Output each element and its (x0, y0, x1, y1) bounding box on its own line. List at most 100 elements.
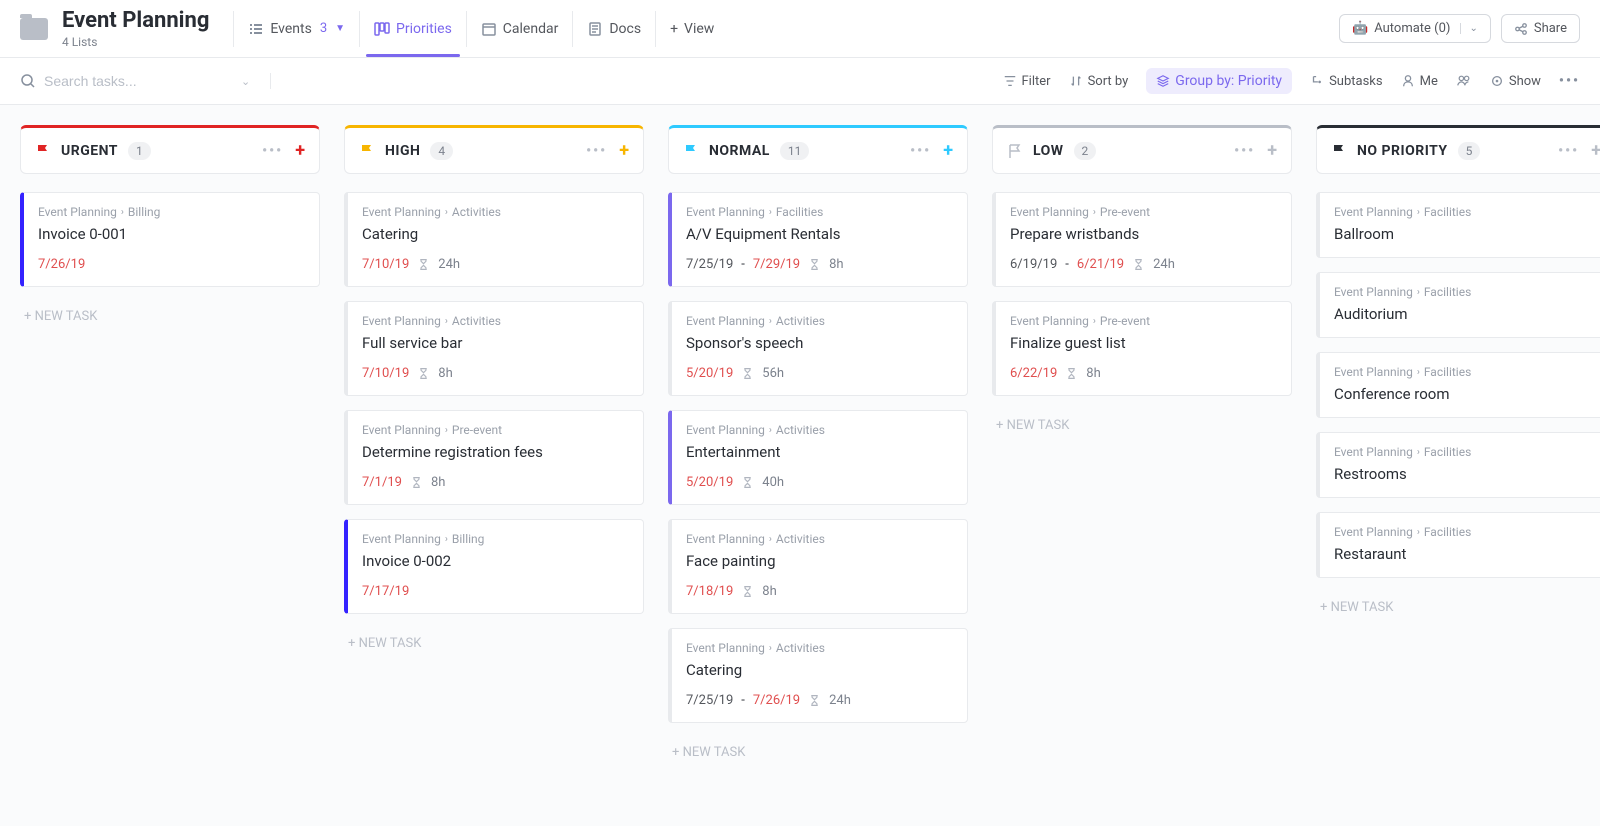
card-date: 7/1/19 (362, 475, 402, 490)
header-bar: Event Planning 4 Lists Events 3 ▼ Priori… (0, 0, 1600, 58)
breadcrumb: Event Planning›Facilities (1334, 445, 1600, 459)
tab-docs[interactable]: Docs (573, 11, 656, 47)
assignees-button[interactable] (1456, 74, 1472, 88)
task-card[interactable]: Event Planning›Activities Catering 7/25/… (668, 628, 968, 723)
subtask-icon (1310, 74, 1324, 88)
hourglass-icon (741, 476, 754, 489)
task-card[interactable]: Event Planning›Facilities Restrooms (1316, 432, 1600, 498)
tab-calendar[interactable]: Calendar (467, 11, 574, 47)
share-label: Share (1534, 21, 1567, 36)
column-more-button[interactable]: ••• (1234, 143, 1255, 159)
breadcrumb: Event Planning›Activities (686, 532, 953, 546)
hourglass-icon (741, 367, 754, 380)
new-task-button[interactable]: + NEW TASK (668, 737, 968, 768)
card-title: Restrooms (1334, 465, 1600, 483)
card-date: 7/25/19 (686, 693, 733, 708)
column-more-button[interactable]: ••• (1558, 143, 1579, 159)
card-date: 6/19/19 (1010, 257, 1057, 272)
share-button[interactable]: Share (1501, 14, 1580, 43)
card-hours: 24h (1153, 257, 1175, 272)
toolbar: ⌄ Filter Sort by Group by: Priority Subt… (0, 58, 1600, 105)
sort-button[interactable]: Sort by (1069, 74, 1129, 89)
breadcrumb: Event Planning›Facilities (1334, 365, 1600, 379)
new-task-button[interactable]: + NEW TASK (1316, 592, 1600, 623)
task-card[interactable]: Event Planning›Activities Face painting … (668, 519, 968, 614)
task-card[interactable]: Event Planning›Pre-event Determine regis… (344, 410, 644, 505)
filter-button[interactable]: Filter (1003, 74, 1051, 89)
card-title: Full service bar (362, 334, 629, 352)
task-card[interactable]: Event Planning›Activities Catering 7/10/… (344, 192, 644, 287)
page-subtitle: 4 Lists (62, 35, 209, 49)
new-task-button[interactable]: + NEW TASK (344, 628, 644, 659)
new-task-button[interactable]: + NEW TASK (992, 410, 1292, 441)
group-by-button[interactable]: Group by: Priority (1146, 68, 1292, 94)
task-card[interactable]: Event Planning›Activities Full service b… (344, 301, 644, 396)
card-hours: 8h (829, 257, 843, 272)
user-icon (1401, 74, 1415, 88)
plus-icon: + (670, 21, 678, 37)
task-card[interactable]: Event Planning›Activities Sponsor's spee… (668, 301, 968, 396)
card-date: 7/26/19 (38, 257, 85, 272)
calendar-icon (481, 21, 497, 37)
card-meta: 7/10/1924h (362, 257, 629, 272)
new-task-button[interactable]: + NEW TASK (20, 301, 320, 332)
card-meta: 6/22/198h (1010, 366, 1277, 381)
task-card[interactable]: Event Planning›Facilities Ballroom (1316, 192, 1600, 258)
column-more-button[interactable]: ••• (910, 143, 931, 159)
tab-priorities[interactable]: Priorities (360, 11, 467, 47)
automate-button[interactable]: 🤖 Automate (0) ⌄ (1339, 14, 1491, 43)
automate-label: Automate (0) (1374, 21, 1450, 36)
tab-events[interactable]: Events 3 ▼ (233, 11, 360, 47)
search-icon (20, 73, 36, 89)
show-button[interactable]: Show (1490, 74, 1541, 89)
task-card[interactable]: Event Planning›Billing Invoice 0-002 7/1… (344, 519, 644, 614)
flag-icon (1007, 143, 1023, 159)
breadcrumb: Event Planning›Activities (686, 423, 953, 437)
card-date: 5/20/19 (686, 366, 733, 381)
card-hours: 8h (431, 475, 445, 490)
card-hours: 8h (762, 584, 776, 599)
flag-icon (683, 143, 699, 159)
breadcrumb: Event Planning›Activities (362, 314, 629, 328)
card-title: Invoice 0-001 (38, 225, 305, 243)
column-more-button[interactable]: ••• (586, 143, 607, 159)
card-meta: 7/25/19-7/29/198h (686, 257, 953, 272)
column-high: HIGH 4 ••• + Event Planning›Activities C… (344, 125, 644, 659)
column-add-button[interactable]: + (943, 140, 953, 161)
column-count: 1 (128, 142, 151, 160)
card-hours: 8h (438, 366, 452, 381)
hourglass-icon (410, 476, 423, 489)
subtasks-button[interactable]: Subtasks (1310, 74, 1383, 89)
task-card[interactable]: Event Planning›Billing Invoice 0-001 7/2… (20, 192, 320, 287)
title-block: Event Planning 4 Lists (62, 8, 209, 49)
column-header-urgent: URGENT 1 ••• + (20, 125, 320, 174)
task-card[interactable]: Event Planning›Facilities Conference roo… (1316, 352, 1600, 418)
search-input[interactable] (44, 73, 225, 89)
column-title: NORMAL (709, 143, 770, 159)
flag-icon (35, 143, 51, 159)
me-button[interactable]: Me (1401, 74, 1438, 89)
breadcrumb: Event Planning›Activities (686, 314, 953, 328)
task-card[interactable]: Event Planning›Pre-event Finalize guest … (992, 301, 1292, 396)
add-view-button[interactable]: + View (656, 11, 728, 47)
more-button[interactable]: ••• (1559, 73, 1580, 89)
filter-label: Filter (1022, 74, 1051, 89)
column-more-button[interactable]: ••• (262, 143, 283, 159)
task-card[interactable]: Event Planning›Facilities A/V Equipment … (668, 192, 968, 287)
task-card[interactable]: Event Planning›Facilities Restaraunt (1316, 512, 1600, 578)
card-meta: 7/26/19 (38, 257, 305, 272)
column-add-button[interactable]: + (1267, 140, 1277, 161)
hourglass-icon (417, 258, 430, 271)
column-add-button[interactable]: + (295, 140, 305, 161)
task-card[interactable]: Event Planning›Facilities Auditorium (1316, 272, 1600, 338)
column-add-button[interactable]: + (619, 140, 629, 161)
list-icon (248, 21, 264, 37)
column-add-button[interactable]: + (1591, 140, 1600, 161)
me-label: Me (1420, 74, 1438, 89)
card-hours: 24h (829, 693, 851, 708)
task-card[interactable]: Event Planning›Pre-event Prepare wristba… (992, 192, 1292, 287)
chevron-down-icon[interactable]: ⌄ (233, 75, 258, 88)
card-meta: 7/25/19-7/26/1924h (686, 693, 953, 708)
task-card[interactable]: Event Planning›Activities Entertainment … (668, 410, 968, 505)
card-title: Catering (362, 225, 629, 243)
